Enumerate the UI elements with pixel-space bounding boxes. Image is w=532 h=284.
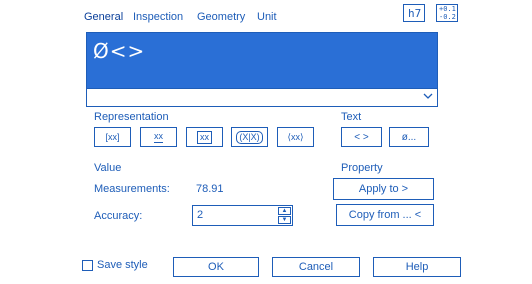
measurements-value: 78.91 [196, 183, 224, 195]
cancel-button[interactable]: Cancel [272, 257, 360, 277]
rep-underline-button[interactable]: xx [140, 127, 177, 147]
property-title: Property [341, 162, 383, 174]
value-title: Value [94, 162, 122, 174]
ok-button[interactable]: OK [173, 257, 259, 277]
fit-tolerance-button[interactable]: h7 [403, 4, 425, 22]
tab-general[interactable]: General [84, 11, 123, 23]
representation-title: Representation [94, 111, 169, 123]
measurements-label: Measurements: [94, 183, 170, 195]
fit-label: h7 [408, 7, 422, 20]
rep-bracket-button[interactable]: [xx] [94, 127, 131, 147]
upper-deviation: +0.1 [439, 5, 456, 13]
accuracy-value: 2 [197, 209, 204, 221]
accuracy-spinbox[interactable]: 2 ▲ ▼ [192, 205, 293, 226]
text-dropdown[interactable] [86, 89, 438, 107]
lower-deviation: -0.2 [439, 13, 456, 21]
rep-box-label: xx [197, 130, 212, 144]
spin-up-button[interactable]: ▲ [278, 207, 291, 215]
tab-geometry[interactable]: Geometry [197, 11, 245, 23]
text-placeholder-label: < > [354, 131, 369, 143]
accuracy-label: Accuracy: [94, 210, 143, 222]
deviation-tolerance-button[interactable]: +0.1 -0.2 [436, 4, 458, 22]
rep-angle-label: ⟨xx⟩ [287, 131, 304, 142]
text-placeholder-button[interactable]: < > [341, 127, 382, 147]
rep-box-button[interactable]: xx [186, 127, 223, 147]
apply-to-button[interactable]: Apply to > [333, 178, 434, 200]
dimension-text: Ø<> [93, 39, 146, 63]
rep-angle-button[interactable]: ⟨xx⟩ [277, 127, 314, 147]
tab-unit[interactable]: Unit [257, 11, 277, 23]
chevron-down-icon[interactable] [423, 91, 433, 103]
text-symbol-button[interactable]: ø... [389, 127, 429, 147]
rep-underline-label: xx [154, 131, 163, 143]
dimension-text-editor[interactable]: Ø<> [86, 32, 438, 89]
rep-bracket-label: [xx] [105, 132, 120, 142]
rep-split-box-label: (X|X) [236, 130, 263, 144]
copy-from-button[interactable]: Copy from ... < [336, 204, 434, 226]
text-title: Text [341, 111, 362, 123]
text-symbol-label: ø... [401, 131, 417, 143]
help-button[interactable]: Help [373, 257, 461, 277]
rep-split-box-button[interactable]: (X|X) [231, 127, 268, 147]
save-style-label: Save style [97, 259, 148, 271]
tab-inspection[interactable]: Inspection [133, 11, 183, 23]
spin-down-button[interactable]: ▼ [278, 216, 291, 224]
save-style-checkbox[interactable] [82, 260, 93, 271]
